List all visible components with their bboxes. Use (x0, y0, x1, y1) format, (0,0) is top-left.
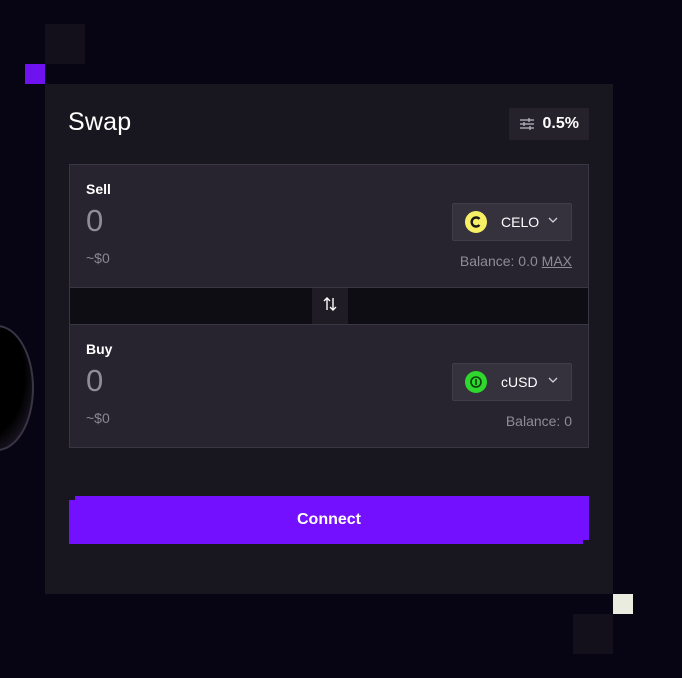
page: Swap 0.5% Sell ~$0 (0, 0, 682, 678)
decorative-square (573, 614, 613, 654)
celo-token-icon (465, 211, 487, 233)
chevron-down-icon (547, 373, 559, 391)
slippage-settings-button[interactable]: 0.5% (508, 108, 589, 140)
swap-arrows-icon (322, 296, 338, 317)
sell-fiat-value: ~$0 (86, 250, 110, 266)
buy-token-name: cUSD (501, 374, 538, 390)
decorative-square (45, 24, 85, 64)
slippage-value: 0.5% (542, 115, 579, 132)
buy-balance: Balance: 0 (505, 413, 572, 429)
decorative-orb (0, 325, 34, 451)
sell-panel: Sell ~$0 CELO (70, 165, 588, 287)
cusd-token-icon (465, 371, 487, 393)
buy-fiat-value: ~$0 (86, 410, 110, 426)
swap-form: Sell ~$0 CELO (69, 164, 589, 448)
sell-amount-input[interactable] (86, 203, 286, 239)
button-corner-notch (583, 540, 589, 544)
flip-divider (70, 287, 588, 325)
connect-button[interactable]: Connect (69, 496, 589, 544)
buy-token-selector[interactable]: cUSD (452, 363, 572, 401)
swap-card: Swap 0.5% Sell ~$0 (45, 84, 613, 594)
sell-token-name: CELO (501, 214, 540, 230)
max-button[interactable]: MAX (542, 253, 572, 269)
decorative-square-accent (25, 64, 45, 84)
sliders-icon (519, 116, 535, 132)
sell-balance-text: Balance: 0.0 (459, 253, 538, 269)
buy-amount-input[interactable] (86, 363, 286, 399)
button-corner-notch (69, 496, 75, 500)
sell-balance: Balance: 0.0 MAX (460, 253, 572, 269)
decorative-square-light (613, 594, 633, 614)
chevron-down-icon (547, 213, 559, 231)
buy-panel: Buy ~$0 cUSD (70, 325, 588, 447)
flip-tokens-button[interactable] (312, 288, 348, 324)
buy-label: Buy (86, 341, 113, 357)
swap-title: Swap (68, 108, 132, 136)
sell-token-selector[interactable]: CELO (452, 203, 572, 241)
sell-label: Sell (86, 181, 111, 197)
